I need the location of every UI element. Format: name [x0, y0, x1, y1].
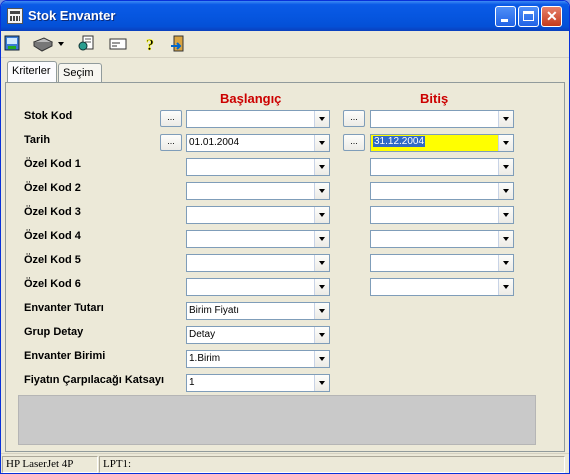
minimize-button[interactable] — [495, 6, 516, 27]
start-combo[interactable] — [186, 110, 330, 128]
combo-value: 1 — [189, 377, 195, 388]
end-combo[interactable] — [370, 278, 514, 296]
chevron-down-icon[interactable] — [314, 231, 329, 247]
row-label: Özel Kod 4 — [24, 230, 81, 242]
chevron-down-icon[interactable] — [314, 159, 329, 175]
row-label: Özel Kod 1 — [24, 158, 81, 170]
end-lookup-button[interactable]: ... — [343, 134, 365, 151]
combo-value: Birim Fiyatı — [189, 305, 239, 316]
chevron-down-icon[interactable] — [498, 183, 513, 199]
start-combo[interactable] — [186, 230, 330, 248]
window-title: Stok Envanter — [28, 8, 116, 23]
combo-value: 1.Birim — [189, 353, 221, 364]
option-combo[interactable]: Birim Fiyatı — [186, 302, 330, 320]
end-lookup-button[interactable]: ... — [343, 110, 365, 127]
combo-value: 31.12.2004 — [373, 136, 426, 147]
end-combo[interactable] — [370, 182, 514, 200]
criteria-panel: Başlangıç Bitiş Stok Kod...... Tarih... 01… — [5, 82, 565, 452]
option-combo[interactable]: 1.Birim — [186, 350, 330, 368]
start-lookup-button[interactable]: ... — [160, 134, 182, 151]
row-label: Özel Kod 2 — [24, 182, 81, 194]
combo-value: Detay — [189, 329, 216, 340]
close-button[interactable]: ✕ — [541, 6, 562, 27]
calculator-icon — [7, 8, 23, 24]
chevron-down-icon[interactable] — [314, 207, 329, 223]
chevron-down-icon[interactable] — [498, 255, 513, 271]
start-combo[interactable] — [186, 182, 330, 200]
tab-kriterler[interactable]: Kriterler — [7, 61, 57, 83]
row-label: Envanter Tutarı — [24, 302, 104, 314]
row-label: Grup Detay — [24, 326, 84, 338]
row-label: Özel Kod 6 — [24, 278, 81, 290]
stok-envanter-window: Stok Envanter ✕ ? Kriterler Seçim Başlan… — [0, 0, 570, 474]
close-icon: ✕ — [546, 8, 558, 24]
end-combo[interactable] — [370, 254, 514, 272]
end-combo[interactable] — [370, 158, 514, 176]
start-lookup-button[interactable]: ... — [160, 110, 182, 127]
column-header-start: Başlangıç — [220, 91, 282, 106]
chevron-down-icon[interactable] — [498, 135, 513, 151]
title-bar: Stok Envanter ✕ — [1, 1, 569, 31]
end-combo[interactable] — [370, 110, 514, 128]
end-combo[interactable] — [370, 230, 514, 248]
option-combo[interactable]: 1 — [186, 374, 330, 392]
svg-text:?: ? — [146, 37, 154, 54]
chevron-down-icon[interactable] — [314, 135, 329, 151]
chevron-down-icon[interactable] — [314, 183, 329, 199]
combo-value: 01.01.2004 — [189, 137, 240, 148]
chevron-down-icon[interactable] — [314, 279, 329, 295]
help-icon[interactable]: ? — [141, 34, 163, 55]
chevron-down-icon[interactable] — [314, 255, 329, 271]
chevron-down-icon[interactable] — [498, 207, 513, 223]
status-bar: HP LaserJet 4P LPT1: — [1, 453, 569, 473]
exit-icon[interactable] — [169, 34, 191, 54]
chevron-down-icon[interactable] — [314, 327, 329, 343]
column-header-end: Bitiş — [420, 91, 449, 106]
row-label: Özel Kod 5 — [24, 254, 81, 266]
status-port: LPT1: — [99, 456, 565, 473]
tab-label: Kriterler — [12, 65, 51, 77]
report-icon[interactable] — [77, 34, 99, 54]
chevron-down-icon[interactable] — [498, 111, 513, 127]
maximize-button[interactable] — [518, 6, 539, 27]
toolbar: ? — [1, 31, 569, 58]
chevron-down-icon[interactable] — [314, 351, 329, 367]
end-combo[interactable]: 31.12.2004 — [370, 134, 514, 152]
status-printer: HP LaserJet 4P — [2, 456, 98, 473]
print-icon[interactable] — [31, 34, 67, 54]
chevron-down-icon[interactable] — [314, 375, 329, 391]
start-combo[interactable] — [186, 206, 330, 224]
start-combo[interactable] — [186, 158, 330, 176]
row-label: Stok Kod — [24, 110, 73, 122]
info-panel — [18, 395, 536, 445]
tab-secim[interactable]: Seçim — [58, 63, 102, 83]
row-label: Özel Kod 3 — [24, 206, 81, 218]
chevron-down-icon[interactable] — [314, 303, 329, 319]
export-icon[interactable] — [3, 34, 25, 54]
row-label: Fiyatın Çarpılacağı Katsayı — [24, 374, 164, 386]
start-combo[interactable] — [186, 278, 330, 296]
chevron-down-icon[interactable] — [498, 231, 513, 247]
chevron-down-icon[interactable] — [314, 111, 329, 127]
start-combo[interactable]: 01.01.2004 — [186, 134, 330, 152]
chevron-down-icon[interactable] — [498, 159, 513, 175]
end-combo[interactable] — [370, 206, 514, 224]
tab-label: Seçim — [63, 67, 94, 79]
option-combo[interactable]: Detay — [186, 326, 330, 344]
chevron-down-icon[interactable] — [498, 279, 513, 295]
card-icon[interactable] — [108, 34, 130, 54]
start-combo[interactable] — [186, 254, 330, 272]
row-label: Tarih — [24, 134, 51, 146]
row-label: Envanter Birimi — [24, 350, 106, 362]
